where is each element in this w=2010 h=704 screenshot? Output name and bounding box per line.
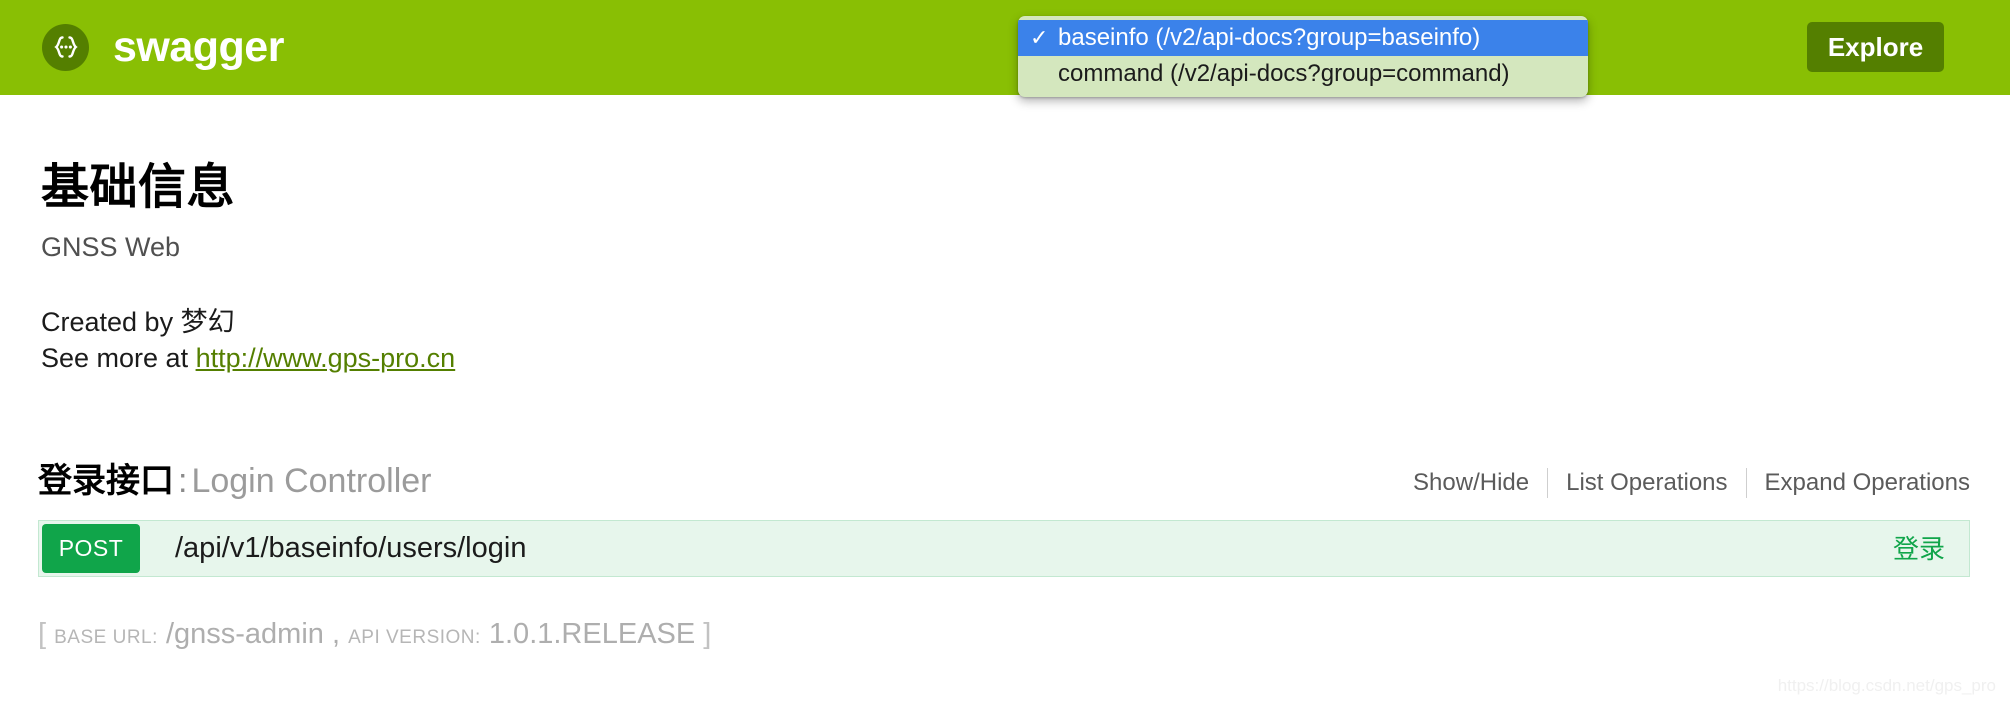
check-icon: ✓ (1030, 25, 1049, 50)
footer-base-url-info: [ BASE URL: /gnss-admin , API VERSION: 1… (38, 620, 711, 649)
resource-title[interactable]: 登录接口: Login Controller (38, 460, 431, 502)
resource-heading-row: 登录接口: Login Controller Show/Hide List Ope… (38, 460, 1970, 512)
base-url-label: BASE URL (54, 627, 153, 648)
explore-button[interactable]: Explore (1807, 22, 1944, 72)
top-bar: swagger Explore (0, 0, 2010, 95)
footer-open-bracket: [ (38, 618, 47, 650)
list-operations-link[interactable]: List Operations (1548, 469, 1745, 497)
base-url-value: /gnss-admin (165, 618, 324, 650)
expand-operations-link[interactable]: Expand Operations (1747, 469, 1970, 497)
api-website-link[interactable]: http://www.gps-pro.cn (196, 343, 456, 373)
check-icon-placeholder: ✓ (1030, 63, 1058, 85)
see-more-prefix: See more at (41, 343, 196, 374)
api-info-block: 基础信息 GNSS Web Created by 梦幻 See more at … (41, 160, 1641, 376)
swagger-logo-text: swagger (113, 22, 284, 71)
base-url-colon: : (152, 627, 158, 648)
resource-name: 登录接口 (38, 462, 174, 500)
footer-close-bracket: ] (703, 618, 712, 650)
watermark: https://blog.csdn.net/gps_pro (1777, 676, 1996, 695)
footer-comma: , (331, 618, 341, 650)
swagger-braces-icon (42, 23, 89, 71)
see-more-line: See more at http://www.gps-pro.cn (41, 340, 1641, 376)
api-option-command[interactable]: ✓ command (/v2/api-docs?group=command) (1018, 56, 1588, 92)
api-option-label: baseinfo (/v2/api-docs?group=baseinfo) (1058, 24, 1481, 51)
created-by-line: Created by 梦幻 (41, 306, 235, 337)
api-option-baseinfo[interactable]: ✓ baseinfo (/v2/api-docs?group=baseinfo) (1018, 20, 1588, 56)
resource-options: Show/Hide List Operations Expand Operati… (1395, 468, 1970, 498)
api-version-colon: : (475, 627, 481, 648)
api-version-value: 1.0.1.RELEASE (488, 618, 696, 650)
api-credits: Created by 梦幻 See more at http://www.gps… (41, 304, 1641, 377)
api-option-label: command (/v2/api-docs?group=command) (1058, 60, 1510, 87)
top-bar-inner: swagger Explore (0, 0, 2010, 95)
resource-separator: : (178, 462, 188, 500)
show-hide-link[interactable]: Show/Hide (1395, 469, 1547, 497)
operation-path[interactable]: /api/v1/baseinfo/users/login (175, 534, 526, 563)
operation-summary: 登录 (1892, 533, 1945, 564)
api-spec-select-dropdown[interactable]: ✓ baseinfo (/v2/api-docs?group=baseinfo)… (1018, 16, 1588, 97)
resource-description: Login Controller (191, 462, 432, 500)
operation-row[interactable]: POST /api/v1/baseinfo/users/login 登录 (38, 520, 1970, 577)
api-version-label: API VERSION (348, 627, 476, 648)
api-subtitle: GNSS Web (41, 232, 181, 263)
swagger-logo[interactable]: swagger (42, 14, 284, 80)
page-title: 基础信息 (41, 161, 236, 214)
http-method-badge: POST (42, 524, 140, 573)
resource-section-login-controller: 登录接口: Login Controller Show/Hide List Ope… (38, 460, 1970, 577)
